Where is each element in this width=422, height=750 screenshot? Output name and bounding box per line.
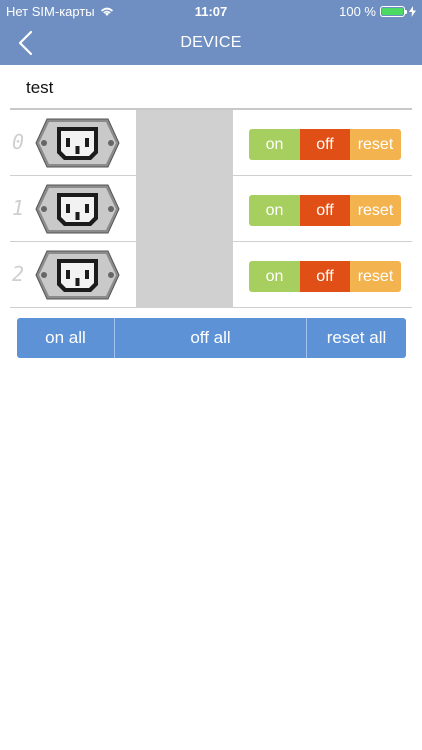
battery-percent: 100 % (339, 4, 376, 19)
off-button[interactable]: off (300, 129, 350, 160)
off-button[interactable]: off (300, 195, 350, 226)
power-socket-icon (35, 250, 120, 300)
on-all-button[interactable]: on all (17, 318, 114, 358)
on-button[interactable]: on (249, 261, 300, 292)
outlet-status-area (136, 176, 233, 242)
outlet-controls: on off reset (249, 129, 401, 160)
charging-bolt-icon (409, 6, 416, 17)
outlet-controls: on off reset (249, 261, 401, 292)
on-button[interactable]: on (249, 195, 300, 226)
outlet-number: 0 (11, 130, 25, 154)
outlet-controls: on off reset (249, 195, 401, 226)
on-button[interactable]: on (249, 129, 300, 160)
outlet-row: 2 on off reset (10, 242, 412, 308)
reset-all-button[interactable]: reset all (307, 318, 406, 358)
all-outlets-controls: on all off all reset all (17, 318, 406, 358)
status-bar: Нет SIM-карты 11:07 100 % (0, 0, 422, 22)
outlet-number: 2 (11, 262, 25, 286)
power-socket-icon (35, 118, 120, 168)
outlet-status-area (136, 242, 233, 308)
battery-group: 100 % (339, 4, 416, 19)
reset-button[interactable]: reset (350, 195, 401, 226)
outlet-status-area (136, 110, 233, 176)
outlet-number: 1 (11, 196, 25, 220)
battery-icon (380, 6, 407, 17)
reset-button[interactable]: reset (350, 129, 401, 160)
device-name: test (26, 78, 54, 97)
page-title: DEVICE (180, 34, 242, 51)
reset-button[interactable]: reset (350, 261, 401, 292)
off-button[interactable]: off (300, 261, 350, 292)
off-all-button[interactable]: off all (114, 318, 307, 358)
outlet-row: 0 on off reset (10, 110, 412, 176)
nav-header: Нет SIM-карты 11:07 100 % DEVICE (0, 0, 422, 65)
power-socket-icon (35, 184, 120, 234)
outlet-row: 1 on off reset (10, 176, 412, 242)
